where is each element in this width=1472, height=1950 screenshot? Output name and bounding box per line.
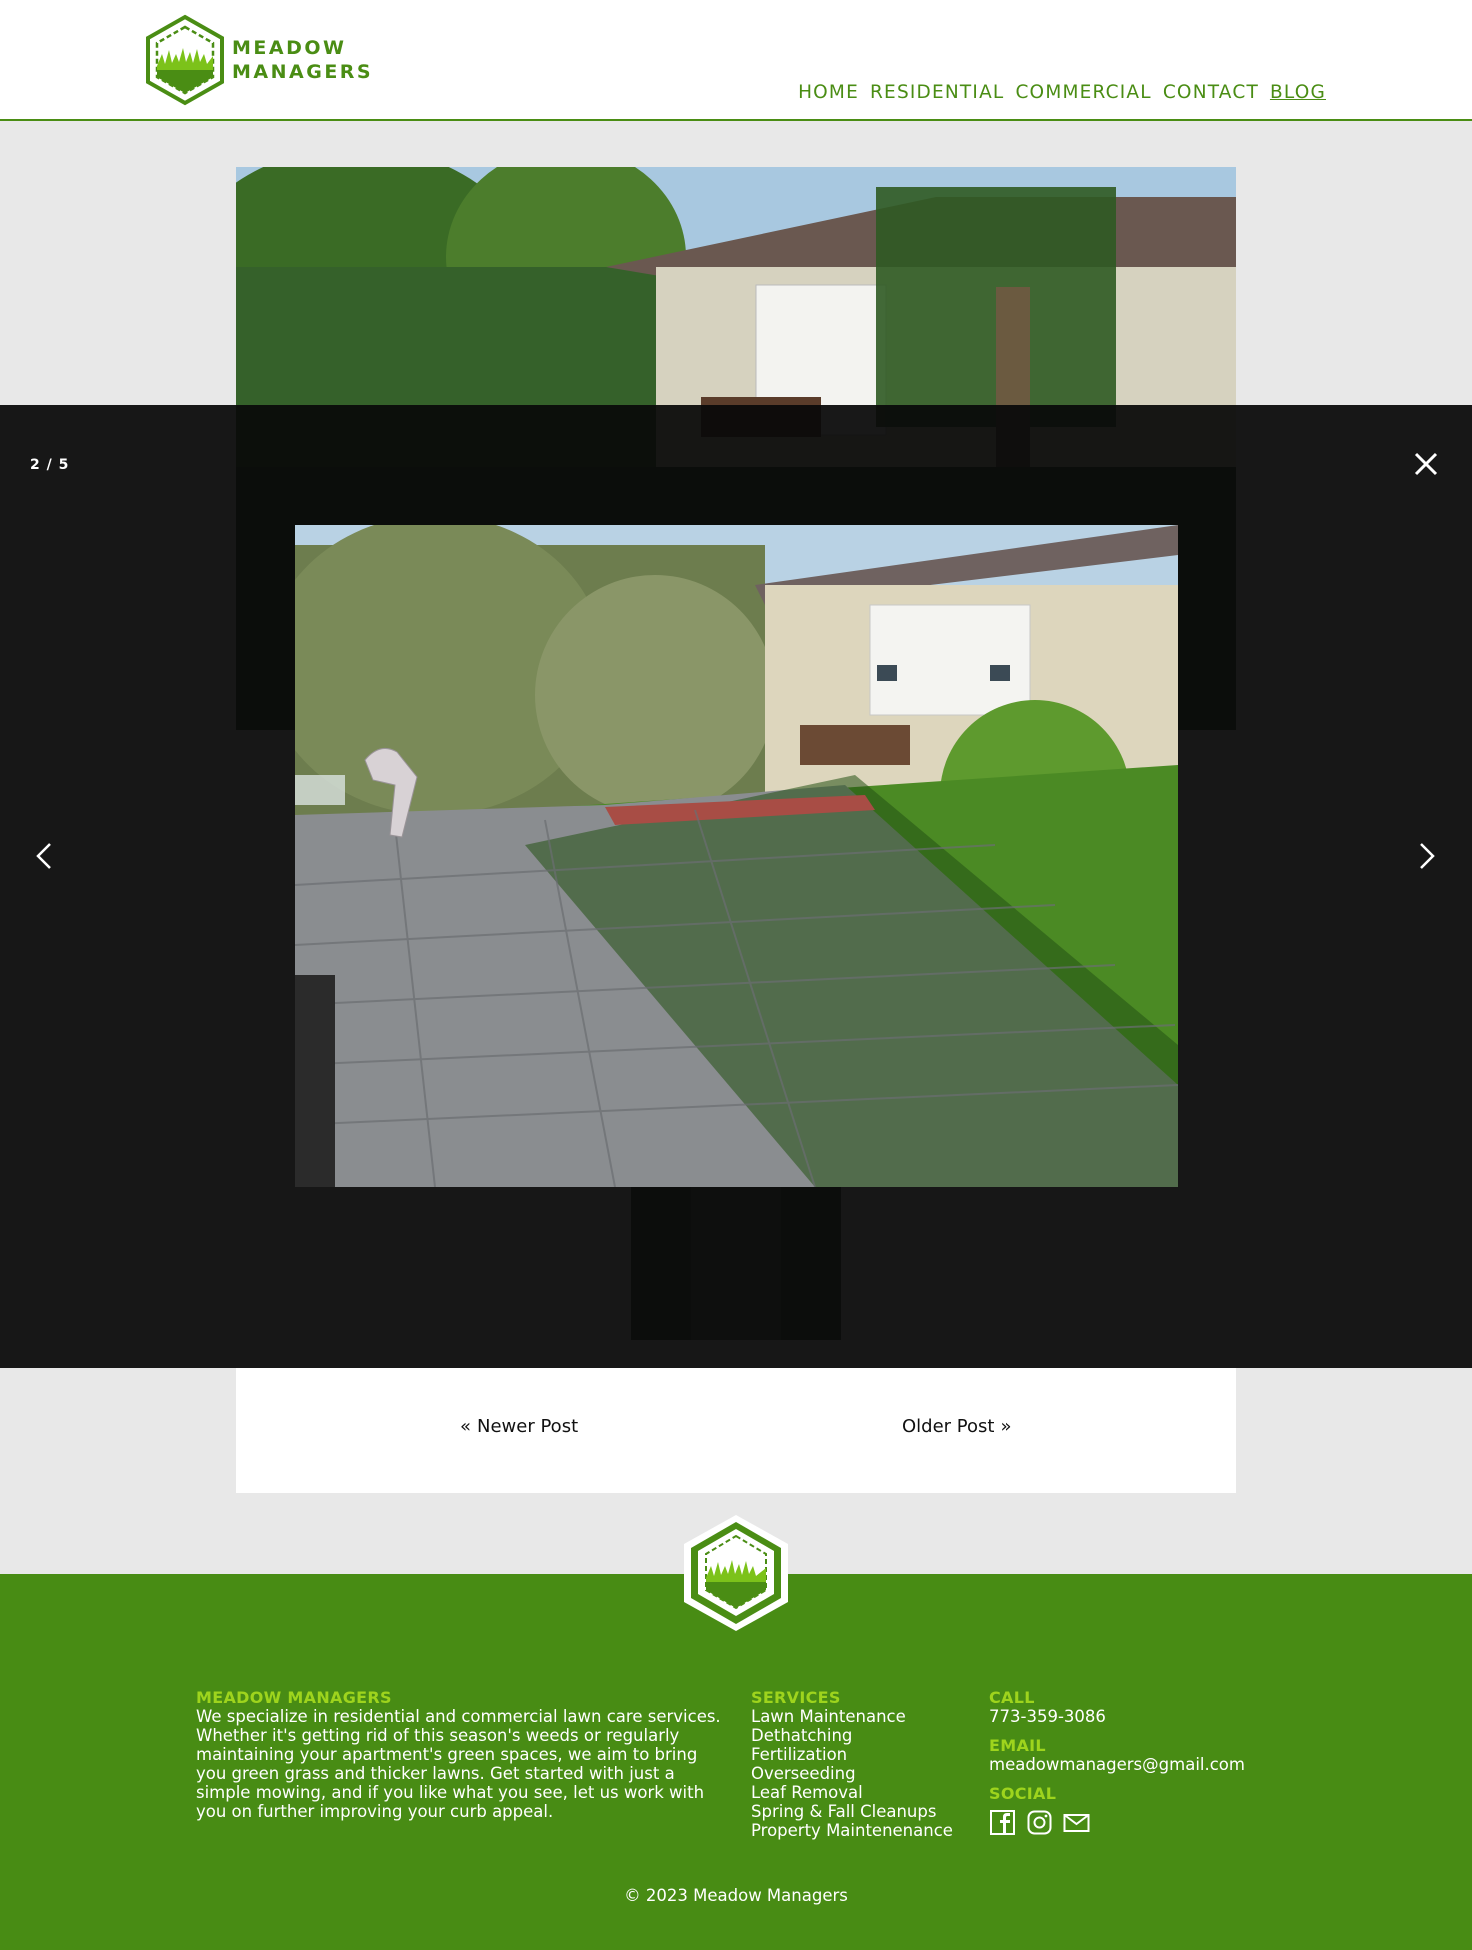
footer-logo-icon xyxy=(684,1515,788,1631)
older-post-link[interactable]: Older Post » xyxy=(902,1416,1011,1437)
older-post-label: Older Post xyxy=(902,1416,995,1437)
footer-email-title: EMAIL xyxy=(989,1736,1046,1755)
copyright: © 2023 Meadow Managers xyxy=(624,1886,848,1905)
facebook-icon[interactable] xyxy=(989,1809,1016,1836)
site-logo[interactable]: MEADOW MANAGERS xyxy=(144,14,373,106)
footer-services: SERVICES Lawn Maintenance Dethatching Fe… xyxy=(751,1688,981,1840)
service-item[interactable]: Overseeding xyxy=(751,1764,981,1783)
site-header: MEADOW MANAGERS HOME RESIDENTIAL COMMERC… xyxy=(0,0,1472,121)
main-nav: HOME RESIDENTIAL COMMERCIAL CONTACT BLOG xyxy=(798,82,1326,103)
service-item[interactable]: Property Maintenenance xyxy=(751,1821,981,1840)
lightbox-overlay: 2 / 5 xyxy=(0,405,1472,1368)
nav-commercial[interactable]: COMMERCIAL xyxy=(1015,82,1151,103)
brand-name: MEADOW MANAGERS xyxy=(232,36,373,84)
lightbox-image xyxy=(295,525,1178,1187)
previous-slide-button[interactable] xyxy=(32,838,56,874)
service-item[interactable]: Spring & Fall Cleanups xyxy=(751,1802,981,1821)
footer-email[interactable]: meadowmanagers@gmail.com xyxy=(989,1755,1289,1774)
footer-about: MEADOW MANAGERS We specialize in residen… xyxy=(196,1688,731,1821)
footer-services-title: SERVICES xyxy=(751,1688,841,1707)
service-item[interactable]: Dethatching xyxy=(751,1726,981,1745)
brand-line-1: MEADOW xyxy=(232,37,347,59)
footer-about-text: We specialize in residential and commerc… xyxy=(196,1707,721,1821)
close-icon xyxy=(1414,452,1438,476)
close-button[interactable] xyxy=(1412,450,1440,478)
nav-home[interactable]: HOME xyxy=(798,82,859,103)
nav-blog[interactable]: BLOG xyxy=(1270,82,1326,103)
slide-counter: 2 / 5 xyxy=(30,457,70,473)
footer-about-title: MEADOW MANAGERS xyxy=(196,1688,392,1707)
footer-call-title: CALL xyxy=(989,1688,1035,1707)
patio-photo xyxy=(295,525,1178,1187)
service-item[interactable]: Fertilization xyxy=(751,1745,981,1764)
chevron-left-icon xyxy=(36,843,51,869)
nav-contact[interactable]: CONTACT xyxy=(1163,82,1259,103)
chevron-right-icon xyxy=(1420,843,1435,869)
services-list: Lawn Maintenance Dethatching Fertilizati… xyxy=(751,1707,981,1840)
footer-phone[interactable]: 773-359-3086 xyxy=(989,1707,1289,1726)
social-links xyxy=(989,1809,1289,1836)
double-chevron-right-icon: » xyxy=(1000,1416,1012,1437)
footer-social-title: SOCIAL xyxy=(989,1784,1057,1803)
mail-icon[interactable] xyxy=(1063,1809,1090,1836)
double-chevron-left-icon: « xyxy=(460,1416,472,1437)
brand-line-2: MANAGERS xyxy=(232,61,374,83)
newer-post-label: Newer Post xyxy=(477,1416,579,1437)
service-item[interactable]: Leaf Removal xyxy=(751,1783,981,1802)
nav-residential[interactable]: RESIDENTIAL xyxy=(870,82,1004,103)
post-pagination: « Newer Post Older Post » xyxy=(236,1368,1236,1493)
newer-post-link[interactable]: « Newer Post xyxy=(460,1416,578,1437)
footer-contact: CALL 773-359-3086 EMAIL meadowmanagers@g… xyxy=(989,1688,1289,1836)
instagram-icon[interactable] xyxy=(1026,1809,1053,1836)
logo-hexagon-icon xyxy=(146,14,224,106)
service-item[interactable]: Lawn Maintenance xyxy=(751,1707,981,1726)
next-slide-button[interactable] xyxy=(1415,838,1439,874)
